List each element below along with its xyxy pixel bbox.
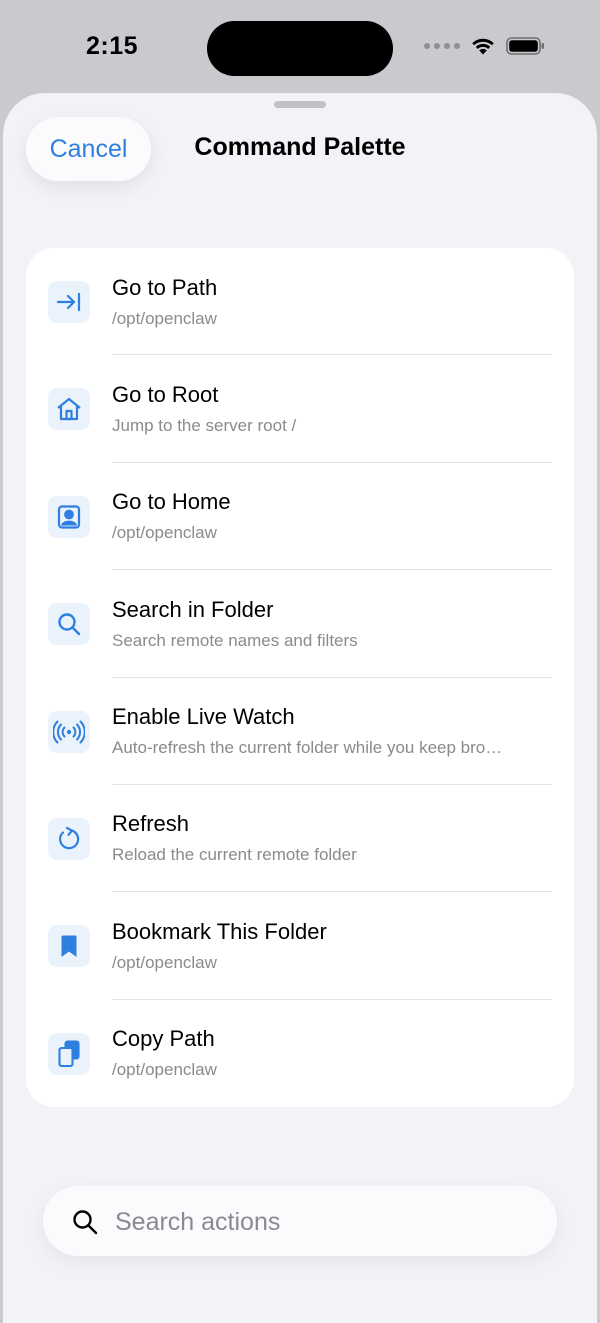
house-icon bbox=[48, 388, 90, 431]
action-subtitle: Search remote names and filters bbox=[112, 630, 358, 650]
action-subtitle: Reload the current remote folder bbox=[112, 845, 357, 865]
arrow-to-line-icon bbox=[48, 281, 90, 323]
command-palette-sheet: Cancel Command Palette Go to Path /opt/o… bbox=[3, 93, 597, 1323]
status-time: 2:15 bbox=[86, 32, 139, 60]
action-subtitle: /opt/openclaw bbox=[112, 523, 217, 543]
action-search-in-folder[interactable]: Search in Folder Search remote names and… bbox=[26, 570, 574, 678]
action-subtitle: Jump to the server root / bbox=[112, 415, 297, 435]
action-title: Go to Root bbox=[112, 381, 219, 407]
magnifier-icon bbox=[48, 603, 90, 646]
wifi-icon bbox=[472, 38, 494, 55]
action-bookmark-this-folder[interactable]: Bookmark This Folder /opt/openclaw bbox=[26, 892, 574, 1000]
action-go-to-path[interactable]: Go to Path /opt/openclaw bbox=[26, 248, 574, 356]
page-title: Command Palette bbox=[194, 133, 406, 161]
copy-doc-icon bbox=[48, 1032, 90, 1075]
action-go-to-home[interactable]: Go to Home /opt/openclaw bbox=[26, 463, 574, 571]
dynamic-island bbox=[207, 21, 393, 76]
person-square-icon bbox=[48, 495, 90, 538]
sheet-grabber[interactable] bbox=[274, 101, 326, 108]
action-subtitle: /opt/openclaw bbox=[112, 308, 217, 328]
status-icons bbox=[424, 36, 546, 56]
action-title: Bookmark This Folder bbox=[112, 918, 327, 944]
action-title: Go to Home bbox=[112, 489, 231, 515]
bookmark-icon bbox=[48, 925, 90, 968]
action-go-to-root[interactable]: Go to Root Jump to the server root / bbox=[26, 355, 574, 463]
action-subtitle: Auto-refresh the current folder while yo… bbox=[112, 738, 503, 758]
action-subtitle: /opt/openclaw bbox=[112, 952, 217, 972]
status-bar: 2:15 bbox=[0, 0, 600, 96]
search-input[interactable] bbox=[113, 1196, 537, 1248]
action-title: Refresh bbox=[112, 811, 190, 837]
antenna-waves-icon bbox=[48, 710, 90, 753]
action-enable-live-watch[interactable]: Enable Live Watch Auto-refresh the curre… bbox=[26, 678, 574, 785]
action-subtitle: /opt/openclaw bbox=[112, 1060, 217, 1080]
action-refresh[interactable]: Refresh Reload the current remote folder bbox=[26, 785, 574, 893]
cellular-signal-icon bbox=[424, 43, 460, 49]
action-copy-path[interactable]: Copy Path /opt/openclaw bbox=[26, 1000, 574, 1107]
search-bar[interactable] bbox=[43, 1186, 557, 1256]
search-icon bbox=[73, 1210, 98, 1235]
battery-icon bbox=[506, 37, 544, 55]
action-title: Copy Path bbox=[112, 1026, 215, 1052]
action-title: Enable Live Watch bbox=[112, 704, 295, 730]
action-title: Go to Path bbox=[112, 274, 218, 300]
action-title: Search in Folder bbox=[112, 596, 274, 622]
actions-list: Go to Path /opt/openclaw Go to Root Jump… bbox=[26, 248, 574, 1107]
refresh-icon bbox=[48, 817, 90, 860]
